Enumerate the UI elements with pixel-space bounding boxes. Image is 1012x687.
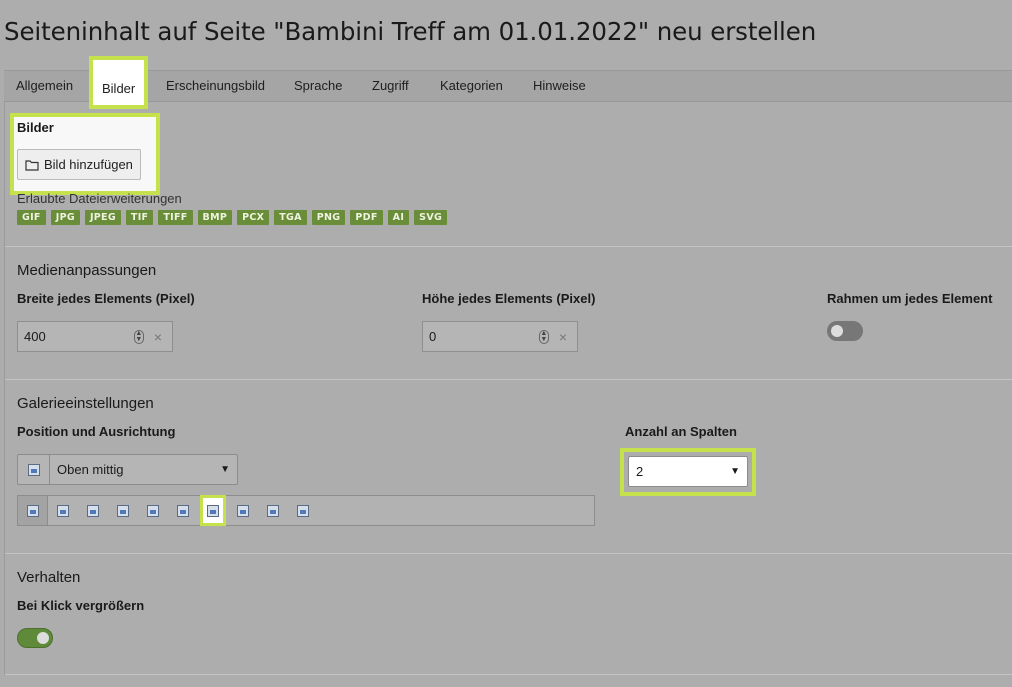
gallery-section-title: Galerieeinstellungen — [17, 395, 154, 412]
width-input[interactable]: 400 ▲ ▼ × — [17, 321, 173, 352]
position-preview-icon — [18, 455, 50, 484]
extension-badges: GIF JPG JPEG TIF TIFF BMP PCX TGA PNG PD… — [17, 210, 448, 225]
chevron-down-icon: ▼ — [730, 466, 740, 477]
columns-select[interactable]: 2 ▼ — [628, 456, 748, 487]
tab-sprache[interactable]: Sprache — [294, 71, 342, 101]
layout-icon — [207, 504, 219, 517]
media-section-title: Medienanpassungen — [17, 262, 157, 279]
border-label: Rahmen um jedes Element — [827, 291, 993, 306]
page-title: Seiteninhalt auf Seite "Bambini Treff am… — [4, 17, 817, 46]
tab-kategorien[interactable]: Kategorien — [440, 71, 503, 101]
position-option-button[interactable] — [258, 496, 288, 525]
extension-badge: SVG — [414, 210, 448, 225]
border-toggle[interactable] — [827, 321, 863, 341]
tab-allgemein[interactable]: Allgemein — [16, 71, 73, 101]
extension-badge: TIFF — [158, 210, 193, 225]
width-value: 400 — [24, 329, 46, 344]
tab-hinweise[interactable]: Hinweise — [533, 71, 586, 101]
section-divider — [5, 674, 1012, 675]
position-option-button[interactable] — [228, 496, 258, 525]
extension-badge: AI — [387, 210, 410, 225]
columns-label: Anzahl an Spalten — [625, 424, 737, 439]
extension-badge: PNG — [311, 210, 346, 225]
extension-badge: PCX — [237, 210, 270, 225]
position-option-button[interactable] — [18, 496, 48, 525]
layout-icon — [267, 504, 279, 517]
extension-badge: BMP — [197, 210, 233, 225]
height-label: Höhe jedes Elements (Pixel) — [422, 291, 596, 306]
position-option-button-selected[interactable] — [200, 495, 226, 526]
toggle-knob — [37, 632, 49, 644]
zoom-label: Bei Klick vergrößern — [17, 598, 145, 613]
extension-badge: TIF — [125, 210, 154, 225]
position-option-button[interactable] — [168, 496, 198, 525]
section-divider — [5, 246, 1012, 247]
position-label: Position und Ausrichtung — [17, 424, 176, 439]
layout-icon — [26, 504, 39, 517]
position-option-button[interactable] — [288, 496, 318, 525]
width-label: Breite jedes Elements (Pixel) — [17, 291, 195, 306]
add-image-label: Bild hinzufügen — [44, 157, 133, 172]
images-heading: Bilder — [17, 120, 54, 135]
layout-icon — [237, 504, 249, 517]
position-option-button[interactable] — [108, 496, 138, 525]
columns-select-value: 2 — [636, 464, 644, 479]
clear-icon[interactable]: × — [154, 329, 162, 345]
extension-badge: GIF — [17, 210, 46, 225]
height-value: 0 — [429, 329, 437, 344]
layout-icon — [297, 504, 309, 517]
layout-icon — [87, 504, 99, 517]
layout-icon — [177, 504, 189, 517]
layout-icon — [117, 504, 129, 517]
extension-badge: PDF — [350, 210, 383, 225]
extension-badge: JPG — [50, 210, 80, 225]
extension-badge: TGA — [274, 210, 307, 225]
chevron-down-icon: ▼ — [220, 464, 230, 475]
clear-icon[interactable]: × — [559, 329, 567, 345]
add-image-button[interactable]: Bild hinzufügen — [17, 149, 141, 180]
tab-zugriff[interactable]: Zugriff — [372, 71, 409, 101]
zoom-toggle[interactable] — [17, 628, 53, 648]
images-highlight-box: Bilder Bild hinzufügen — [10, 113, 160, 195]
height-input[interactable]: 0 ▲ ▼ × — [422, 321, 578, 352]
tab-erscheinungsbild[interactable]: Erscheinungsbild — [166, 71, 265, 101]
spinner-icon[interactable]: ▲ ▼ — [538, 329, 549, 344]
position-option-button[interactable] — [78, 496, 108, 525]
position-select[interactable]: Oben mittig ▼ — [17, 454, 238, 485]
position-option-button[interactable] — [138, 496, 168, 525]
section-divider — [5, 379, 1012, 380]
position-button-group — [17, 495, 595, 526]
behavior-section-title: Verhalten — [17, 569, 81, 586]
spinner-icon[interactable]: ▲ ▼ — [133, 329, 144, 344]
extension-badge: JPEG — [84, 210, 121, 225]
position-select-value: Oben mittig — [57, 462, 124, 477]
layout-icon — [147, 504, 159, 517]
layout-icon — [57, 504, 69, 517]
allowed-extensions-label: Erlaubte Dateierweiterungen — [17, 191, 182, 206]
tab-bar: Allgemein Bilder Erscheinungsbild Sprach… — [4, 56, 1012, 109]
section-divider — [5, 553, 1012, 554]
tab-panel-bilder: Bilder Bild hinzufügen Erlaubte Dateierw… — [4, 102, 1012, 675]
toggle-knob — [831, 325, 843, 337]
position-option-button[interactable] — [48, 496, 78, 525]
folder-icon — [25, 159, 39, 171]
